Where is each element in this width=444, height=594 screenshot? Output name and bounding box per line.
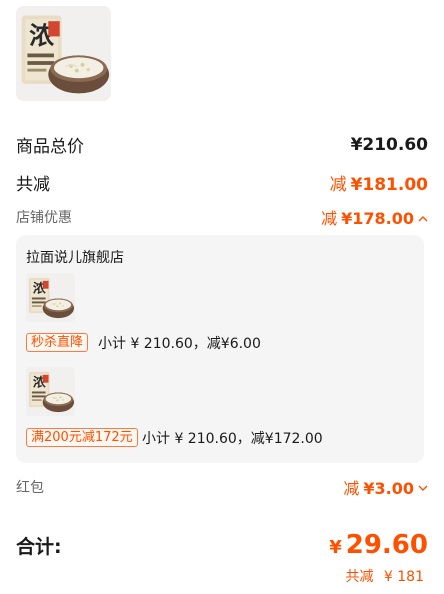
- total-amount: ¥29.60: [329, 530, 428, 560]
- store-name: 拉面说儿旗舰店: [26, 250, 124, 266]
- total-discount-label: 共减: [16, 175, 50, 195]
- chevron-up-icon[interactable]: [418, 212, 428, 225]
- total-saved-label: 共减: [345, 569, 374, 585]
- promo-tag: 满200元减172元: [26, 428, 138, 447]
- item-subtotal: 小计 ¥ 210.60，减¥172.00: [142, 431, 323, 447]
- store-discount-amount[interactable]: 减 ¥178.00: [321, 205, 428, 229]
- store-discount-panel: 拉面说儿旗舰店 秒杀直降 小计 ¥ 210.60，减¥6.00 满200元减17…: [16, 235, 424, 463]
- total-value: 29.60: [345, 530, 428, 560]
- total-discount-value: ¥181.00: [350, 175, 428, 195]
- product-image[interactable]: [16, 6, 111, 101]
- store-discount-value: ¥178.00: [341, 209, 414, 228]
- store-discount-label: 店铺优惠: [16, 210, 72, 226]
- total-label: 合计:: [16, 535, 62, 558]
- store-item-image[interactable]: [26, 367, 75, 416]
- red-packet-prefix: 减: [343, 479, 360, 498]
- red-packet-value: ¥3.00: [363, 479, 414, 498]
- noodle-bowl-image: [16, 6, 111, 101]
- goods-total-value: ¥210.60: [350, 134, 428, 155]
- noodle-bowl-image: [26, 273, 75, 322]
- red-packet-label: 红包: [16, 480, 44, 496]
- red-packet-amount[interactable]: 减 ¥3.00: [343, 475, 428, 499]
- store-discount-prefix: 减: [321, 209, 338, 228]
- promo-tag: 秒杀直降: [26, 333, 89, 352]
- total-row: 合计: ¥29.60: [16, 530, 428, 560]
- total-saved: 共减 ¥ 181: [345, 566, 424, 586]
- store-discount-row[interactable]: 店铺优惠 减 ¥178.00: [16, 205, 428, 229]
- total-discount-prefix: 减: [329, 175, 347, 195]
- goods-total-row: 商品总价 ¥210.60: [16, 132, 428, 158]
- noodle-bowl-image: [26, 367, 75, 416]
- total-discount-amount: 减 ¥181.00: [330, 170, 428, 195]
- total-discount-row: 共减 减 ¥181.00: [16, 170, 428, 195]
- chevron-down-icon[interactable]: [418, 482, 428, 495]
- total-currency: ¥: [329, 537, 342, 558]
- goods-total-label: 商品总价: [16, 137, 84, 157]
- red-packet-row[interactable]: 红包 减 ¥3.00: [16, 475, 428, 499]
- store-item-image[interactable]: [26, 273, 75, 322]
- item-subtotal: 小计 ¥ 210.60，减¥6.00: [98, 336, 261, 352]
- total-saved-value: ¥ 181: [383, 569, 424, 585]
